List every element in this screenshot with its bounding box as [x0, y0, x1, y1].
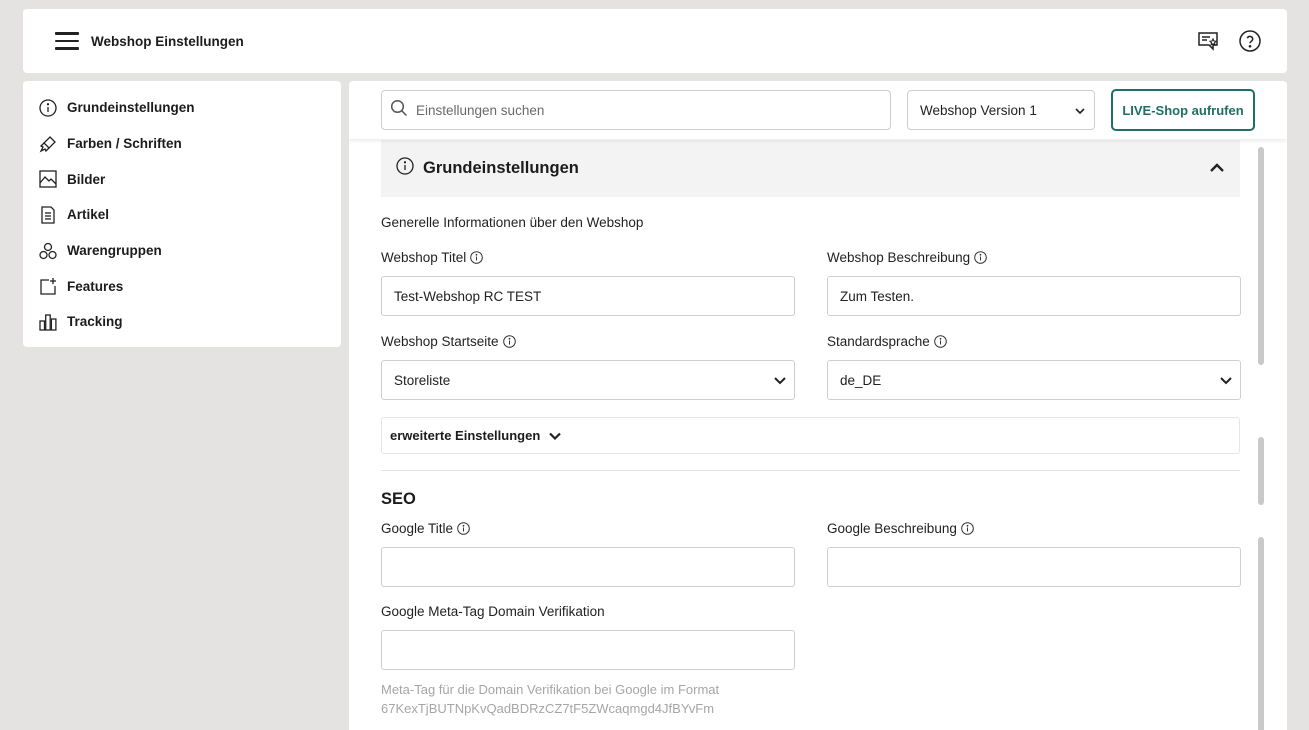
- field-label-text: Webshop Startseite: [381, 334, 499, 349]
- settings-panel: Webshop Version 1 LIVE-Shop aufrufen Gru…: [349, 81, 1287, 730]
- document-icon: [38, 205, 58, 225]
- page-title: Webshop Einstellungen: [91, 34, 244, 49]
- info-icon[interactable]: [457, 522, 470, 535]
- version-select-value: Webshop Version 1: [920, 102, 1037, 118]
- start-page-value: Storeliste: [394, 372, 451, 388]
- seo-heading: SEO: [381, 490, 416, 508]
- advanced-settings-label: erweiterte Einstellungen: [390, 428, 541, 443]
- sidebar-item-label: Features: [67, 278, 124, 294]
- field-label-text: Standardsprache: [827, 334, 930, 349]
- shop-title-field[interactable]: [381, 276, 795, 316]
- field-label-text: Google Beschreibung: [827, 521, 957, 536]
- info-icon[interactable]: [974, 251, 987, 264]
- google-description-field[interactable]: [827, 547, 1241, 587]
- sidebar-item-label: Grundeinstellungen: [67, 100, 195, 116]
- start-page-label: Webshop Startseite: [381, 334, 516, 349]
- sidebar-item-warengruppen[interactable]: Warengruppen: [23, 233, 341, 269]
- scrollbar[interactable]: [1256, 147, 1266, 730]
- chevron-down-icon: [1074, 105, 1086, 120]
- sidebar-item-label: Bilder: [67, 171, 106, 187]
- chevron-down-icon: [548, 429, 562, 443]
- scrollbar-thumb[interactable]: [1258, 147, 1264, 365]
- start-page-select[interactable]: Storeliste: [381, 360, 795, 400]
- scrollbar-thumb[interactable]: [1258, 537, 1264, 730]
- sidebar-item-label: Warengruppen: [67, 243, 162, 259]
- field-label-text: Webshop Beschreibung: [827, 250, 971, 265]
- info-icon[interactable]: [470, 251, 484, 264]
- sidebar-item-bilder[interactable]: Bilder: [23, 161, 341, 197]
- groups-icon: [38, 241, 58, 261]
- chevron-up-icon[interactable]: [1208, 159, 1226, 182]
- shop-title-label: Webshop Titel: [381, 250, 484, 265]
- version-select[interactable]: Webshop Version 1: [907, 90, 1095, 130]
- shop-description-label: Webshop Beschreibung: [827, 250, 987, 265]
- section-header-grundeinstellungen[interactable]: Grundeinstellungen: [381, 140, 1240, 197]
- search-input[interactable]: [416, 102, 856, 118]
- info-icon: [396, 157, 414, 180]
- feedback-icon[interactable]: [1196, 29, 1220, 53]
- sidebar-item-label: Tracking: [67, 314, 123, 330]
- sidebar-item-farben-schriften[interactable]: Farben / Schriften: [23, 126, 341, 162]
- info-icon: [38, 98, 58, 118]
- scrollbar-thumb[interactable]: [1258, 437, 1264, 505]
- sidebar-item-grundeinstellungen[interactable]: Grundeinstellungen: [23, 90, 341, 126]
- search-field[interactable]: [381, 90, 891, 130]
- shop-description-field[interactable]: [827, 276, 1241, 316]
- field-label-text: Google Title: [381, 521, 454, 536]
- sidebar-item-label: Artikel: [67, 207, 110, 223]
- chevron-down-icon: [1219, 373, 1233, 390]
- top-bar: Webshop Einstellungen: [23, 9, 1287, 73]
- section-title: Grundeinstellungen: [423, 159, 579, 177]
- sidebar-item-tracking[interactable]: Tracking: [23, 304, 341, 340]
- sidebar-item-label: Farben / Schriften: [67, 136, 182, 152]
- info-icon[interactable]: [934, 335, 947, 348]
- google-title-label: Google Title: [381, 521, 470, 536]
- info-icon[interactable]: [502, 335, 516, 348]
- field-label-text: Webshop Titel: [381, 250, 467, 265]
- menu-icon[interactable]: [55, 32, 79, 50]
- language-label: Standardsprache: [827, 334, 947, 349]
- divider: [381, 470, 1240, 471]
- field-label-text: Google Meta-Tag Domain Verifikation: [381, 604, 605, 619]
- advanced-settings-toggle[interactable]: erweiterte Einstellungen: [381, 417, 1240, 454]
- google-title-field[interactable]: [381, 547, 795, 587]
- image-icon: [38, 169, 58, 189]
- help-icon[interactable]: [1238, 29, 1262, 53]
- language-value: de_DE: [840, 372, 882, 388]
- google-description-label: Google Beschreibung: [827, 521, 974, 536]
- bar-chart-icon: [38, 312, 58, 332]
- settings-toolbar: Webshop Version 1 LIVE-Shop aufrufen: [349, 81, 1287, 139]
- meta-tag-hint: Meta-Tag für die Domain Verifikation bei…: [381, 682, 720, 716]
- live-shop-button[interactable]: LIVE-Shop aufrufen: [1111, 89, 1255, 131]
- sidebar: Grundeinstellungen Farben / Schriften Bi…: [23, 81, 341, 347]
- search-icon: [390, 99, 408, 122]
- sidebar-item-features[interactable]: Features: [23, 268, 341, 304]
- sidebar-item-artikel[interactable]: Artikel: [23, 197, 341, 233]
- brush-icon: [38, 134, 58, 154]
- add-feature-icon: [38, 276, 58, 296]
- info-icon[interactable]: [961, 522, 974, 535]
- language-select[interactable]: de_DE: [827, 360, 1241, 400]
- meta-tag-field[interactable]: [381, 630, 795, 670]
- section-description: Generelle Informationen über den Webshop: [381, 215, 644, 230]
- chevron-down-icon: [773, 373, 787, 390]
- meta-tag-label: Google Meta-Tag Domain Verifikation: [381, 604, 605, 619]
